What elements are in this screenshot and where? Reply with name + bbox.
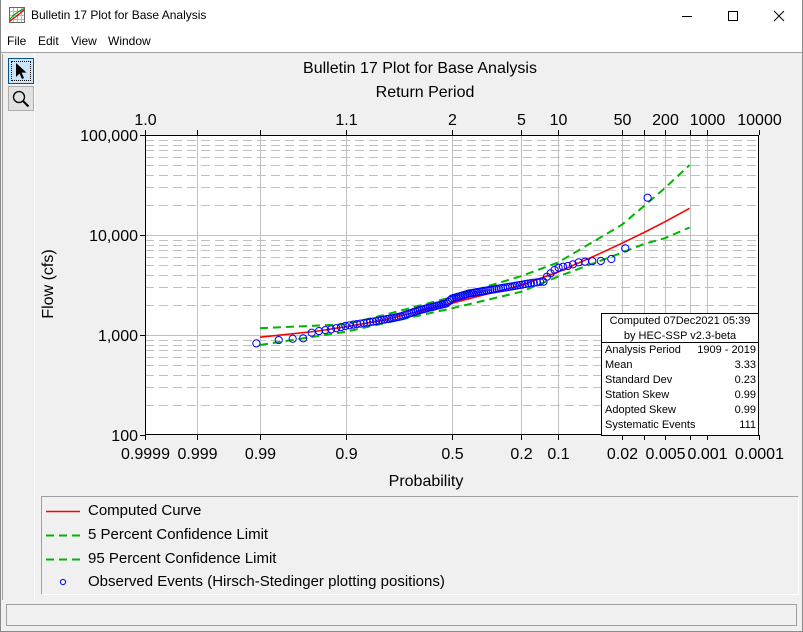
probability-tick-label: 0.5: [441, 446, 463, 463]
stats-label: Mean: [605, 359, 633, 371]
legend-item-5-percent-confidence-limit[interactable]: 5 Percent Confidence Limit: [42, 525, 542, 545]
probability-tick-label: 0.9999: [121, 446, 170, 463]
stats-row-analysis-period: Analysis Period 1909 - 2019: [602, 343, 758, 358]
return-period-tick-label: 200: [652, 112, 679, 129]
stats-row-systematic-events: Systematic Events 111: [602, 418, 758, 433]
probability-tick-label: 0.001: [687, 446, 727, 463]
stats-value: 0.99: [734, 404, 756, 416]
y-axis-title: Flow (cfs): [40, 249, 57, 318]
probability-tick-label: 0.1: [547, 446, 569, 463]
computed-date: Computed 07Dec2021 05:39: [609, 315, 751, 327]
return-period-tick-label: 5: [517, 112, 526, 129]
legend-label: 95 Percent Confidence Limit: [88, 550, 277, 567]
stats-value: 0.99: [734, 389, 756, 401]
stats-label: Adopted Skew: [605, 404, 676, 416]
return-period-tick-label: 1000: [690, 112, 726, 129]
stats-value: 111: [739, 419, 756, 431]
legend-item-observed-events[interactable]: Observed Events (Hirsch-Stedinger plotti…: [42, 572, 542, 592]
probability-tick-label: 0.005: [645, 446, 685, 463]
stats-label: Systematic Events: [605, 419, 696, 431]
stats-label: Analysis Period: [605, 344, 681, 356]
statistics-box: Computed 07Dec2021 05:39 by HEC-SSP v2.3…: [601, 313, 759, 436]
stats-value: 1909 - 2019: [697, 344, 756, 356]
statistics-header: Computed 07Dec2021 05:39 by HEC-SSP v2.3…: [602, 314, 758, 343]
stats-label: Station Skew: [605, 389, 670, 401]
legend-label: 5 Percent Confidence Limit: [88, 526, 269, 543]
chart-title: Bulletin 17 Plot for Base Analysis: [303, 60, 537, 77]
x-axis-title: Probability: [389, 473, 464, 490]
probability-tick-label: 0.02: [607, 446, 638, 463]
return-period-tick-label: 50: [614, 112, 632, 129]
legend-item-computed-curve[interactable]: Computed Curve: [42, 501, 542, 521]
legend-item-95-percent-confidence-limit[interactable]: 95 Percent Confidence Limit: [42, 549, 542, 569]
stats-label: Standard Dev: [605, 374, 673, 386]
probability-tick-label: 0.999: [177, 446, 217, 463]
return-period-tick-label: 1.0: [134, 112, 156, 129]
flow-tick-label: 10,000: [89, 228, 138, 245]
return-period-tick-label: 2: [448, 112, 457, 129]
probability-tick-label: 0.9: [335, 446, 357, 463]
return-period-tick-label: 10000: [737, 112, 782, 129]
stats-row-mean: Mean 3.33: [602, 358, 758, 373]
dashed-line-swatch-icon: [46, 558, 80, 561]
probability-tick-label: 0.0001: [735, 446, 784, 463]
probability-tick-label: 0.2: [510, 446, 532, 463]
software-version: by HEC-SSP v2.3-beta: [623, 329, 737, 342]
flow-tick-label: 100: [111, 428, 138, 445]
top-axis-title: Return Period: [376, 84, 475, 101]
legend-label: Computed Curve: [88, 502, 202, 519]
legend: Computed Curve 5 Percent Confidence Limi…: [41, 496, 799, 595]
stats-row-adopted-skew: Adopted Skew 0.99: [602, 403, 758, 418]
stats-row-standard-dev: Standard Dev 0.23: [602, 373, 758, 388]
return-period-tick-label: 1.1: [335, 112, 357, 129]
probability-tick-label: 0.99: [245, 446, 276, 463]
circle-marker-icon: [59, 578, 67, 586]
stats-row-station-skew: Station Skew 0.99: [602, 388, 758, 403]
flow-tick-label: 1,000: [98, 328, 138, 345]
status-bar: [6, 604, 797, 626]
legend-label: Observed Events (Hirsch-Stedinger plotti…: [88, 573, 445, 590]
dashed-line-swatch-icon: [46, 534, 80, 537]
flow-tick-label: 100,000: [80, 128, 138, 145]
solid-line-swatch-icon: [46, 510, 80, 513]
return-period-tick-label: 10: [550, 112, 568, 129]
stats-value: 0.23: [734, 374, 756, 386]
stats-value: 3.33: [734, 359, 756, 371]
